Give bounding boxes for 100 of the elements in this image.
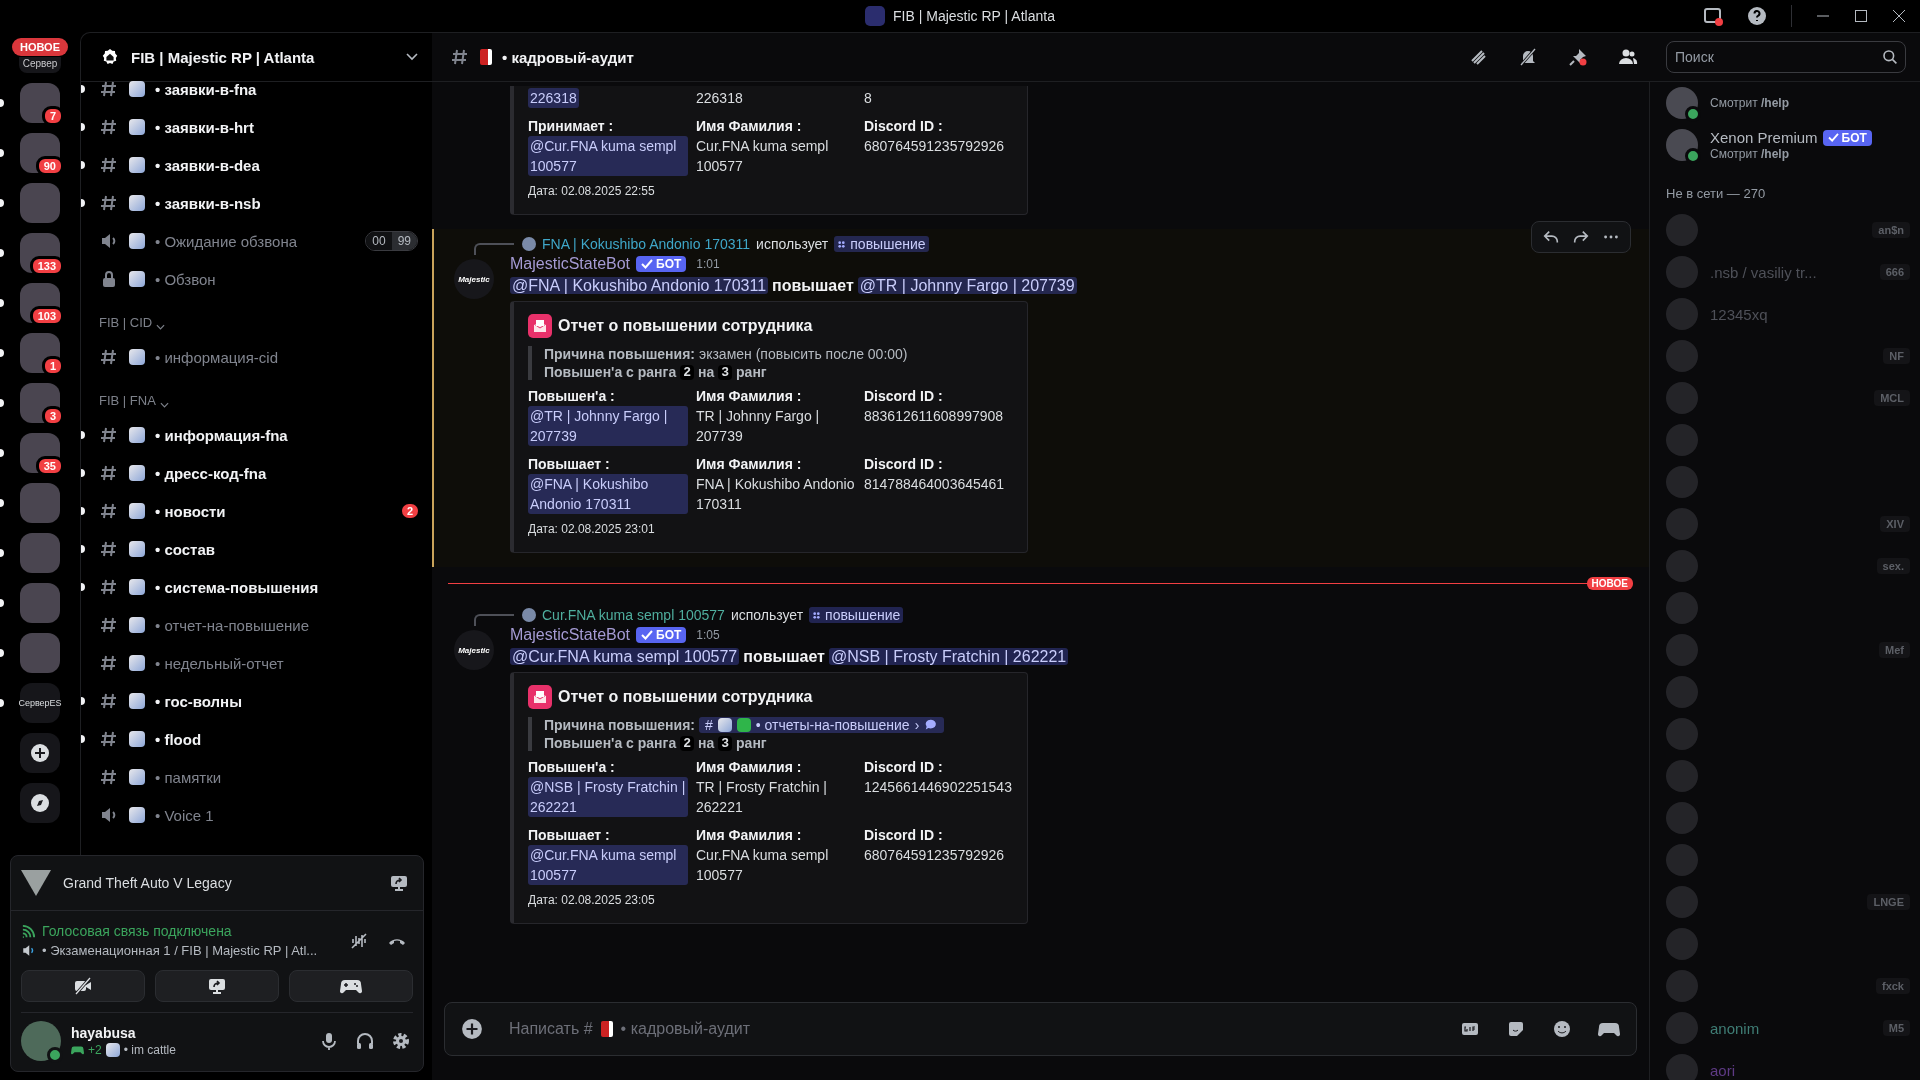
chevron-down-icon[interactable] — [406, 53, 418, 61]
voice-status[interactable]: Голосовая связь подключена — [42, 923, 232, 939]
author-name[interactable]: MajesticStateBot — [510, 255, 631, 273]
command-link[interactable]: повышение — [834, 236, 929, 252]
user-mention[interactable]: @Cur.FNA kuma sempl 100577 — [510, 648, 740, 665]
game-name: Grand Theft Auto V Legacy — [63, 875, 233, 891]
member-avatar[interactable] — [1666, 87, 1698, 119]
user-mention[interactable]: @NSB | Frosty Fratchin | 262221 — [828, 648, 1069, 665]
reply-connector-line — [474, 243, 514, 255]
sticker-icon[interactable] — [1506, 1019, 1526, 1039]
user-mention[interactable]: 226318 — [528, 88, 579, 108]
user-mention[interactable]: @TR | Johnny Fargo | 207739 — [857, 277, 1077, 294]
command-link[interactable]: повышение — [809, 607, 904, 623]
input-placeholder: Написать # — [509, 1020, 593, 1038]
bot-tag: БОТ — [1822, 129, 1872, 146]
channel-item[interactable]: • Ожидание обзвона 00 99 — [89, 222, 424, 260]
server-icon — [865, 6, 886, 26]
message-input[interactable]: Написать # • кадровый-аудит — [444, 1002, 1637, 1056]
user-mention[interactable]: @TR | Johnny Fargo | 207739 — [528, 406, 688, 446]
channel-item[interactable]: • памятки — [89, 758, 424, 796]
emoji-icon — [129, 579, 145, 595]
maximize-icon[interactable] — [1854, 9, 1868, 23]
channel-mention[interactable]: # • отчеты-на-повышение › — [699, 717, 945, 733]
unread-indicator — [81, 85, 85, 93]
bell-muted-icon[interactable] — [1518, 47, 1538, 67]
emoji-picker-icon[interactable] — [1552, 1019, 1572, 1039]
field-value: 226318 — [696, 90, 743, 106]
close-icon[interactable] — [1892, 9, 1906, 23]
channel-item[interactable]: • flood — [89, 720, 424, 758]
user-mention[interactable]: @NSB | Frosty Fratchin | 262221 — [528, 777, 688, 817]
server-name[interactable]: FIB | Majestic RP | Atlanta — [131, 48, 394, 66]
bot-avatar[interactable]: Majestic — [454, 259, 494, 299]
settings-icon[interactable] — [391, 1031, 411, 1051]
pin-icon[interactable] — [1568, 47, 1588, 67]
unread-indicator — [81, 431, 85, 439]
channel-item[interactable]: • заявки-в-nsb — [89, 184, 424, 222]
guild-tag: Mef — [1879, 642, 1910, 658]
inbox-icon[interactable] — [1703, 6, 1723, 26]
channel-item[interactable]: • дресс-код-fna — [89, 454, 424, 492]
channel-item[interactable]: • отчет-на-повышение — [89, 606, 424, 644]
category-header[interactable]: FIB | FNA — [99, 393, 156, 408]
reply-username[interactable]: Cur.FNA kuma sempl 100577 — [542, 607, 725, 623]
user-mention[interactable]: @FNA | Kokushibo Andonio 170311 — [528, 474, 688, 514]
server-label[interactable]: Сервер — [18, 57, 62, 73]
add-server-button[interactable] — [20, 733, 60, 773]
channel-item[interactable]: • информация-fna — [89, 416, 424, 454]
command-icon — [812, 610, 822, 620]
channel-item[interactable]: • информация-cid — [89, 338, 424, 376]
bot-tag: БОТ — [636, 256, 687, 272]
mention-count-badge: 2 — [401, 504, 418, 518]
members-icon[interactable] — [1618, 47, 1638, 67]
gamepad-icon — [340, 978, 362, 994]
user-avatar[interactable] — [21, 1021, 61, 1061]
channel-item[interactable]: • недельный-отчет — [89, 644, 424, 682]
microphone-icon[interactable] — [319, 1031, 339, 1051]
emoji-icon — [105, 1043, 120, 1057]
bot-avatar[interactable]: Majestic — [454, 630, 494, 670]
user-mention[interactable]: @Cur.FNA kuma sempl 100577 — [528, 136, 688, 176]
headphones-icon[interactable] — [355, 1031, 375, 1051]
field-label: Повышает : — [528, 827, 611, 843]
reply-username[interactable]: FNA | Kokushibo Andonio 170311 — [542, 236, 751, 252]
category-header[interactable]: FIB | CID — [99, 315, 153, 330]
member-avatar[interactable] — [1666, 129, 1698, 161]
search-field[interactable]: Поиск — [1666, 41, 1906, 73]
channel-item[interactable]: • заявки-в-dea — [89, 146, 424, 184]
emoji-icon — [129, 427, 145, 443]
hash-icon — [99, 347, 119, 367]
field-value: FNA | Kokushibo Andonio 170311 — [696, 476, 855, 512]
channel-item[interactable]: • Voice 1 — [89, 796, 424, 834]
screen-share-icon[interactable] — [389, 873, 409, 893]
check-icon — [1827, 133, 1839, 142]
member-name[interactable]: anonim — [1710, 1019, 1760, 1037]
camera-off-button[interactable] — [21, 970, 145, 1002]
server-icon[interactable]: СерверES — [20, 683, 60, 723]
hash-icon — [99, 463, 119, 483]
member-name[interactable]: Xenon Premium — [1710, 129, 1818, 146]
user-mention[interactable]: @FNA | Kokushibo Andonio 170311 — [510, 277, 769, 294]
compass-icon — [30, 793, 50, 813]
screen-share-button[interactable] — [155, 970, 279, 1002]
channel-item[interactable]: • система-повышения — [89, 568, 424, 606]
gamepad-icon[interactable] — [1598, 1021, 1620, 1037]
channel-item[interactable]: • гос-волны — [89, 682, 424, 720]
channel-item[interactable]: • заявки-в-hrt — [89, 108, 424, 146]
field-value: 883612611608997908 — [864, 408, 1004, 424]
discover-button[interactable] — [20, 783, 60, 823]
author-name[interactable]: MajesticStateBot — [510, 626, 631, 644]
channel-item[interactable]: • новости 2 — [89, 492, 424, 530]
channel-item[interactable]: • заявки-в-fna — [89, 70, 424, 108]
help-icon[interactable] — [1747, 6, 1767, 26]
user-mention[interactable]: @Cur.FNA kuma sempl 100577 — [528, 845, 688, 885]
field-label: Discord ID : — [864, 388, 944, 404]
channel-item[interactable]: • Обзвон — [89, 260, 424, 298]
hash-icon — [99, 193, 119, 213]
noise-suppression-icon[interactable] — [349, 930, 369, 951]
activity-button[interactable] — [289, 970, 413, 1002]
username: hayabusa — [71, 1025, 137, 1041]
field-value: 814788464003645461 — [864, 476, 1005, 492]
voice-channel-name[interactable]: • Экзаменационная 1 / FIB | Majestic RP | Atl... — [42, 943, 318, 958]
add-attachment-icon[interactable] — [461, 1018, 483, 1040]
channel-item[interactable]: • состав — [89, 530, 424, 568]
